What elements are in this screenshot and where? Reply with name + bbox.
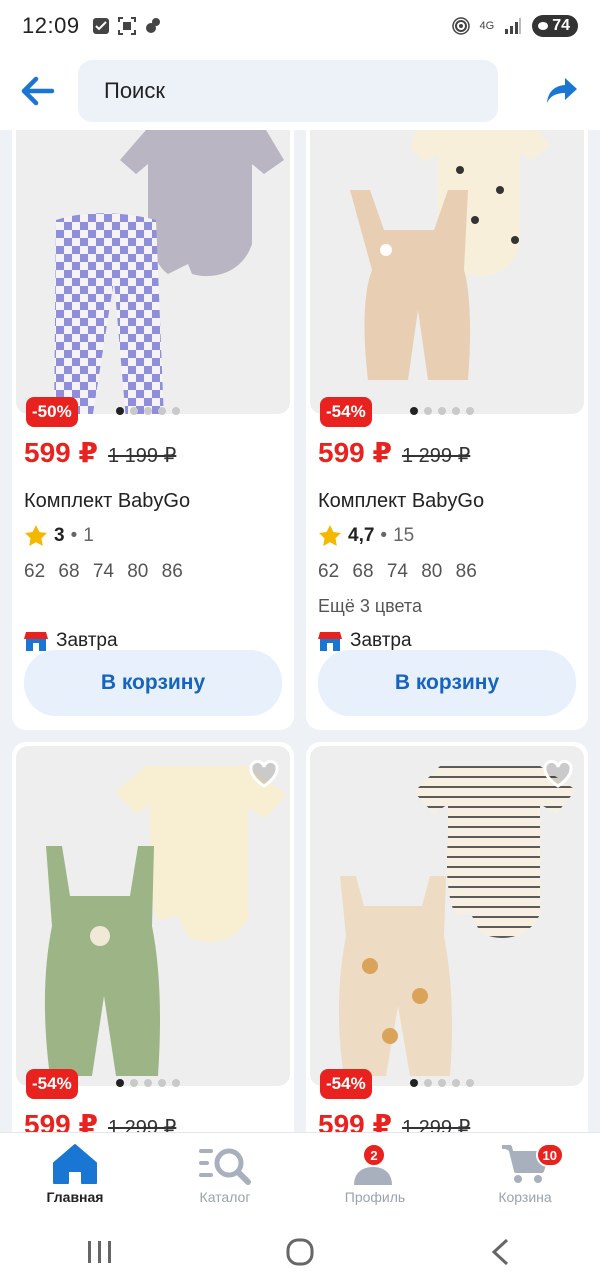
rating-separator: •: [380, 525, 388, 546]
back-system-button[interactable]: [470, 1232, 530, 1272]
share-icon: [547, 78, 577, 103]
product-image[interactable]: [310, 746, 584, 1086]
image-pager-dots: [410, 1079, 474, 1087]
product-card[interactable]: -54% 599 ₽ 1 299 ₽: [12, 742, 294, 1132]
price-block: 599 ₽ 1 299 ₽: [318, 436, 470, 469]
rating: 3 • 1: [24, 524, 94, 548]
add-to-cart-button[interactable]: В корзину: [318, 650, 576, 716]
back-chevron-icon: [491, 1238, 509, 1266]
discount-badge: -54%: [320, 397, 372, 427]
review-count: 15: [393, 525, 415, 546]
checkbox-icon: [92, 18, 109, 34]
battery-indicator: 74: [532, 15, 578, 37]
size-list: 62 68 74 80 86: [24, 561, 183, 582]
price-block: 599 ₽ 1 299 ₽: [24, 1108, 176, 1132]
price-block: 599 ₽ 1 299 ₽: [318, 1108, 470, 1132]
squirrel-icon: [145, 18, 160, 33]
store-icon: [24, 632, 48, 651]
signal-icon: [505, 18, 522, 34]
bottom-navigation: Главная Каталог 2 Профиль 10 Корзина: [0, 1132, 600, 1218]
old-price: 1 299 ₽: [401, 1117, 471, 1132]
catalog-search-icon: [199, 1148, 251, 1185]
back-arrow-icon: [21, 76, 55, 106]
heart-icon: [249, 760, 279, 788]
star-icon: [25, 525, 47, 546]
discount-badge: -50%: [26, 397, 78, 427]
network-type: 4G: [479, 20, 495, 32]
hotspot-icon: [451, 17, 470, 35]
star-icon: [319, 525, 341, 546]
rating: 4,7 • 15: [318, 524, 414, 548]
product-title[interactable]: Комплект BabyGo: [318, 490, 484, 513]
rating-separator: •: [70, 525, 78, 546]
product-photo: [350, 130, 550, 380]
delivery-info: Завтра: [24, 630, 118, 652]
heart-icon: [543, 760, 573, 788]
delivery-text: Завтра: [350, 630, 412, 651]
status-time: 12:09: [22, 13, 80, 38]
tab-catalog[interactable]: Каталог: [150, 1133, 300, 1218]
current-price: 599 ₽: [318, 437, 392, 468]
status-bar: 12:09 4G 74: [0, 0, 600, 52]
add-to-cart-button[interactable]: В корзину: [24, 650, 282, 716]
product-photo: [338, 766, 576, 1076]
favorite-button[interactable]: [540, 756, 576, 792]
old-price: 1 199 ₽: [107, 445, 177, 467]
share-button[interactable]: [540, 69, 584, 113]
search-header: Поиск: [0, 52, 600, 130]
tab-catalog-label: Каталог: [199, 1189, 251, 1205]
recent-apps-button[interactable]: [70, 1232, 130, 1272]
product-photo: [54, 130, 284, 414]
cart-badge: 10: [535, 1143, 564, 1167]
discount-badge: -54%: [320, 1069, 372, 1099]
product-image[interactable]: [16, 130, 290, 414]
search-placeholder: Поиск: [104, 78, 165, 103]
price-block: 599 ₽ 1 199 ₽: [24, 436, 176, 469]
product-card[interactable]: -54% 599 ₽ 1 299 ₽ Комплект BabyGo 4,7 •…: [306, 130, 588, 730]
review-count: 1: [83, 525, 94, 546]
home-circle-icon: [286, 1238, 314, 1266]
current-price: 599 ₽: [318, 1109, 392, 1132]
store-icon: [318, 632, 342, 651]
screenshot-icon: [117, 17, 136, 35]
image-pager-dots: [410, 407, 474, 415]
tab-home-label: Главная: [46, 1189, 104, 1205]
home-icon: [53, 1144, 97, 1184]
favorite-button[interactable]: [246, 756, 282, 792]
product-feed[interactable]: -50% 599 ₽ 1 199 ₽ Комплект BabyGo 3 • 1…: [0, 130, 600, 1132]
profile-badge: 2: [362, 1143, 386, 1167]
tab-profile-label: Профиль: [344, 1189, 406, 1205]
tab-cart-label: Корзина: [498, 1189, 552, 1205]
discount-badge: -54%: [26, 1069, 78, 1099]
image-pager-dots: [116, 1079, 180, 1087]
product-image[interactable]: [310, 130, 584, 414]
delivery-text: Завтра: [56, 630, 118, 651]
search-input[interactable]: Поиск: [78, 60, 498, 122]
tab-profile[interactable]: 2 Профиль: [300, 1133, 450, 1218]
product-title[interactable]: Комплект BabyGo: [24, 490, 190, 513]
system-navigation-bar: [0, 1218, 600, 1286]
old-price: 1 299 ₽: [401, 445, 471, 467]
rating-value: 4,7: [348, 525, 375, 546]
delivery-info: Завтра: [318, 630, 412, 652]
rating-value: 3: [54, 525, 65, 546]
current-price: 599 ₽: [24, 437, 98, 468]
product-image[interactable]: [16, 746, 290, 1086]
more-colors-label[interactable]: Ещё 3 цвета: [318, 596, 422, 617]
back-button[interactable]: [16, 69, 60, 113]
recent-apps-icon: [88, 1241, 111, 1263]
current-price: 599 ₽: [24, 1109, 98, 1132]
old-price: 1 299 ₽: [107, 1117, 177, 1132]
tab-home[interactable]: Главная: [0, 1133, 150, 1218]
tab-cart[interactable]: 10 Корзина: [450, 1133, 600, 1218]
image-pager-dots: [116, 407, 180, 415]
home-system-button[interactable]: [270, 1232, 330, 1272]
product-photo: [44, 766, 286, 1076]
size-list: 62 68 74 80 86: [318, 561, 477, 582]
product-card[interactable]: -54% 599 ₽ 1 299 ₽: [306, 742, 588, 1132]
product-card[interactable]: -50% 599 ₽ 1 199 ₽ Комплект BabyGo 3 • 1…: [12, 130, 294, 730]
